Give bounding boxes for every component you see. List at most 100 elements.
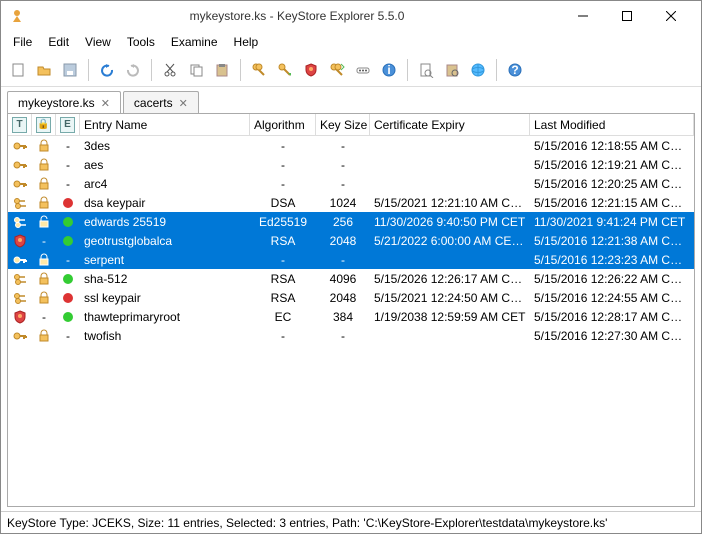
table-row[interactable]: edwards 25519Ed2551925611/30/2026 9:40:5…	[8, 212, 694, 231]
cell-modified: 5/15/2016 12:18:55 AM CEST	[530, 139, 694, 153]
table-row[interactable]: dsa keypairDSA10245/15/2021 12:21:10 AM …	[8, 193, 694, 212]
cell-expiry: 11/30/2026 9:40:50 PM CET	[370, 215, 530, 229]
menu-file[interactable]: File	[5, 33, 40, 51]
col-key-size[interactable]: Key Size	[316, 114, 370, 135]
menu-help[interactable]: Help	[226, 33, 267, 51]
cell-modified: 5/15/2016 12:28:17 AM CEST	[530, 310, 694, 324]
lock-icon	[32, 272, 56, 286]
cell-algorithm: -	[250, 139, 316, 153]
cell-modified: 5/15/2016 12:26:22 AM CEST	[530, 272, 694, 286]
cut-button[interactable]	[159, 59, 181, 81]
import-cert-button[interactable]	[300, 59, 322, 81]
cell-expiry: 5/15/2021 12:21:10 AM CEST	[370, 196, 530, 210]
cell-name: 3des	[80, 139, 250, 153]
status-icon: E	[60, 117, 75, 133]
set-password-button[interactable]	[352, 59, 374, 81]
undo-button[interactable]	[96, 59, 118, 81]
paste-button[interactable]	[211, 59, 233, 81]
cell-algorithm: -	[250, 177, 316, 191]
lock-icon	[32, 177, 56, 191]
tab-label: mykeystore.ks	[18, 96, 95, 110]
tab-close-icon[interactable]: ✕	[101, 97, 110, 110]
gen-keypair-button[interactable]	[248, 59, 270, 81]
tab-mykeystore[interactable]: mykeystore.ks ✕	[7, 91, 121, 113]
cell-algorithm: RSA	[250, 272, 316, 286]
titlebar: mykeystore.ks - KeyStore Explorer 5.5.0	[1, 1, 701, 31]
type-icon	[8, 309, 32, 325]
table-row[interactable]: -geotrustglobalcaRSA20485/21/2022 6:00:0…	[8, 231, 694, 250]
cell-name: arc4	[80, 177, 250, 191]
cell-keysize: 256	[316, 215, 370, 229]
cell-modified: 5/15/2016 12:23:23 AM CEST	[530, 253, 694, 267]
close-button[interactable]	[649, 2, 693, 30]
lock-icon	[32, 196, 56, 210]
cell-algorithm: RSA	[250, 234, 316, 248]
table-header: T 🔒 E Entry Name Algorithm Key Size Cert…	[8, 114, 694, 136]
cell-modified: 5/15/2016 12:27:30 AM CEST	[530, 329, 694, 343]
cell-modified: 5/15/2016 12:20:25 AM CEST	[530, 177, 694, 191]
menu-edit[interactable]: Edit	[40, 33, 77, 51]
table-row[interactable]: ssl keypairRSA20485/15/2021 12:24:50 AM …	[8, 288, 694, 307]
cell-keysize: -	[316, 253, 370, 267]
col-lock[interactable]: 🔒	[32, 114, 56, 135]
maximize-button[interactable]	[605, 2, 649, 30]
status-icon	[56, 216, 80, 228]
open-button[interactable]	[33, 59, 55, 81]
properties-button[interactable]: i	[378, 59, 400, 81]
svg-text:?: ?	[511, 63, 518, 77]
examine-ssl-button[interactable]	[467, 59, 489, 81]
examine-clipboard-button[interactable]	[441, 59, 463, 81]
lock-icon	[32, 158, 56, 172]
type-icon	[8, 176, 32, 192]
cell-algorithm: EC	[250, 310, 316, 324]
cell-modified: 11/30/2021 9:41:24 PM CET	[530, 215, 694, 229]
col-last-modified[interactable]: Last Modified	[530, 114, 694, 135]
examine-file-button[interactable]	[415, 59, 437, 81]
cell-keysize: -	[316, 158, 370, 172]
gen-key-button[interactable]	[274, 59, 296, 81]
table-row[interactable]: sha-512RSA40965/15/2026 12:26:17 AM CEST…	[8, 269, 694, 288]
status-icon: -	[56, 158, 80, 172]
cell-expiry: 5/15/2021 12:24:50 AM CEST	[370, 291, 530, 305]
col-type[interactable]: T	[8, 114, 32, 135]
table-row[interactable]: -aes--5/15/2016 12:19:21 AM CEST	[8, 155, 694, 174]
cell-algorithm: -	[250, 158, 316, 172]
cell-name: twofish	[80, 329, 250, 343]
table-row[interactable]: -3des--5/15/2016 12:18:55 AM CEST	[8, 136, 694, 155]
cell-keysize: 2048	[316, 234, 370, 248]
save-button[interactable]	[59, 59, 81, 81]
app-icon	[9, 8, 25, 24]
cell-name: thawteprimaryroot	[80, 310, 250, 324]
cell-expiry: 1/19/2038 12:59:59 AM CET	[370, 310, 530, 324]
lock-icon	[32, 139, 56, 153]
menu-examine[interactable]: Examine	[163, 33, 226, 51]
statusbar: KeyStore Type: JCEKS, Size: 11 entries, …	[1, 511, 701, 533]
table-row[interactable]: -thawteprimaryrootEC3841/19/2038 12:59:5…	[8, 307, 694, 326]
minimize-button[interactable]	[561, 2, 605, 30]
lock-icon	[32, 291, 56, 305]
table-body: -3des--5/15/2016 12:18:55 AM CEST-aes--5…	[8, 136, 694, 345]
tab-close-icon[interactable]: ✕	[179, 97, 188, 110]
type-icon	[8, 271, 32, 287]
type-icon	[8, 328, 32, 344]
cell-modified: 5/15/2016 12:19:21 AM CEST	[530, 158, 694, 172]
col-cert-expiry[interactable]: Certificate Expiry	[370, 114, 530, 135]
lock-icon	[32, 329, 56, 343]
import-keypair-button[interactable]	[326, 59, 348, 81]
menu-tools[interactable]: Tools	[119, 33, 163, 51]
menu-view[interactable]: View	[77, 33, 119, 51]
col-entry-name[interactable]: Entry Name	[80, 114, 250, 135]
col-status[interactable]: E	[56, 114, 80, 135]
copy-button[interactable]	[185, 59, 207, 81]
table-row[interactable]: -twofish--5/15/2016 12:27:30 AM CEST	[8, 326, 694, 345]
cell-expiry: 5/15/2026 12:26:17 AM CEST	[370, 272, 530, 286]
tab-cacerts[interactable]: cacerts ✕	[123, 91, 199, 113]
table-row[interactable]: -arc4--5/15/2016 12:20:25 AM CEST	[8, 174, 694, 193]
new-button[interactable]	[7, 59, 29, 81]
col-algorithm[interactable]: Algorithm	[250, 114, 316, 135]
redo-button[interactable]	[122, 59, 144, 81]
help-button[interactable]: ?	[504, 59, 526, 81]
cell-modified: 5/15/2016 12:21:38 AM CEST	[530, 234, 694, 248]
table-row[interactable]: -serpent--5/15/2016 12:23:23 AM CEST	[8, 250, 694, 269]
cell-keysize: 4096	[316, 272, 370, 286]
